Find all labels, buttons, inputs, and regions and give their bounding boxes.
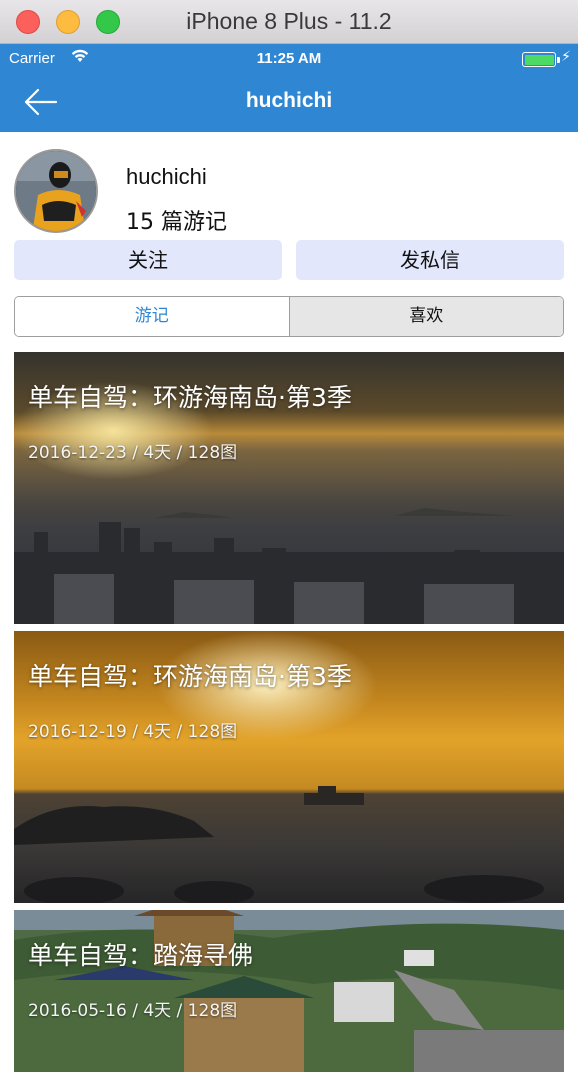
card-cover-image — [14, 910, 564, 1072]
travel-count: 15 篇游记 — [126, 210, 227, 235]
travel-card[interactable]: 单车自驾：环游海南岛·第3季 2016-12-19 / 4天 / 128图 — [14, 631, 564, 903]
window-title: iPhone 8 Plus - 11.2 — [186, 8, 392, 34]
avatar-image — [16, 151, 96, 231]
battery-tip — [557, 57, 560, 63]
travel-card[interactable]: 单车自驾：踏海寻佛 2016-05-16 / 4天 / 128图 — [14, 910, 564, 1072]
card-title: 单车自驾：踏海寻佛 — [28, 941, 254, 970]
status-time: 11:25 AM — [256, 50, 322, 67]
simulator-title-bar: iPhone 8 Plus - 11.2 — [0, 0, 578, 44]
tab-travelogues[interactable]: 游记 — [15, 297, 290, 336]
charging-icon: ⚡ — [561, 49, 571, 65]
segmented-control: 游记 喜欢 — [14, 296, 564, 337]
status-bar: Carrier 11:25 AM ⚡ — [0, 44, 578, 72]
card-meta: 2016-05-16 / 4天 / 128图 — [28, 1001, 238, 1021]
card-title: 单车自驾：环游海南岛·第3季 — [28, 662, 352, 691]
navigation-bar: huchichi — [0, 72, 578, 132]
page-title: huchichi — [245, 89, 333, 112]
card-meta: 2016-12-23 / 4天 / 128图 — [28, 443, 238, 463]
card-meta: 2016-12-19 / 4天 / 128图 — [28, 722, 238, 742]
battery-icon — [522, 52, 556, 67]
travel-card[interactable]: 单车自驾：环游海南岛·第3季 2016-12-23 / 4天 / 128图 — [14, 352, 564, 624]
profile-username: huchichi — [126, 164, 207, 189]
send-message-button[interactable]: 发私信 — [296, 240, 564, 280]
battery-level — [524, 54, 554, 65]
avatar[interactable] — [14, 149, 98, 233]
card-title: 单车自驾：环游海南岛·第3季 — [28, 383, 352, 412]
follow-button[interactable]: 关注 — [14, 240, 282, 280]
tab-likes[interactable]: 喜欢 — [289, 297, 563, 336]
